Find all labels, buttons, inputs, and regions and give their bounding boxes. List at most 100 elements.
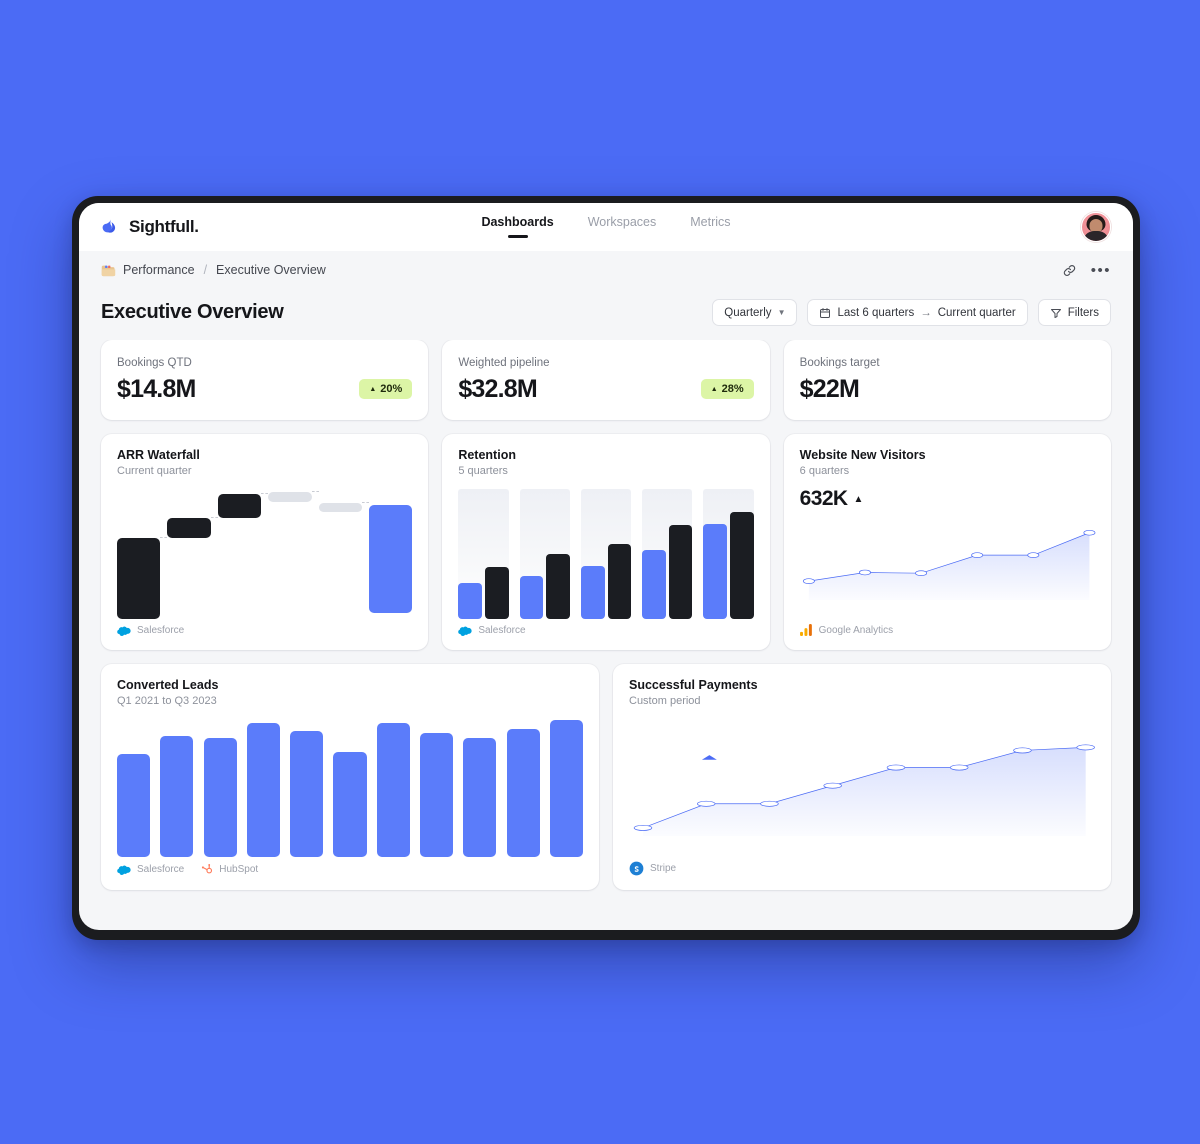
source-stripe: Stripe <box>629 861 676 876</box>
card-title: Converted Leads <box>117 678 219 692</box>
google-analytics-icon <box>799 624 812 636</box>
granularity-select[interactable]: Quarterly ▼ <box>712 299 798 326</box>
source-label: Stripe <box>650 863 677 874</box>
status-badge: ▲ 28% <box>700 379 754 399</box>
dashboard-controls: Quarterly ▼ Last 6 quarters → Current qu… <box>712 299 1111 326</box>
period-from: Last 6 quarters <box>837 306 915 319</box>
breadcrumb: Performance / Executive Overview <box>101 263 326 277</box>
status-badge: ▲ 20% <box>359 379 413 399</box>
waterfall-connector <box>160 537 168 539</box>
salesforce-icon <box>117 865 131 875</box>
chart-arr-waterfall <box>117 489 413 619</box>
kpi-card-weighted-pipeline[interactable]: Weighted pipeline $32.8M ▲ 28% <box>442 340 770 420</box>
breadcrumb-current: Executive Overview <box>216 263 326 277</box>
bar <box>730 512 754 619</box>
card-retention[interactable]: Retention 5 quarters Salesforce <box>442 434 770 650</box>
bar <box>519 576 544 619</box>
device-frame: Sightfull. Dashboards Workspaces Metrics… <box>72 196 1140 940</box>
bar <box>420 732 454 857</box>
source-salesforce: Salesforce <box>117 864 184 875</box>
tab-dashboards[interactable]: Dashboards <box>481 215 553 240</box>
kpi-label: Bookings target <box>799 356 880 369</box>
waterfall-bar <box>268 491 312 502</box>
data-point <box>824 783 842 788</box>
breadcrumb-actions: ••• <box>1062 263 1111 278</box>
bar <box>668 525 693 619</box>
bar-group <box>703 489 754 619</box>
waterfall-connector <box>361 502 369 504</box>
salesforce-icon <box>117 626 131 636</box>
filters-button[interactable]: Filters <box>1037 299 1111 326</box>
salesforce-icon <box>458 626 472 636</box>
chevron-down-icon: ▼ <box>777 308 786 317</box>
card-title: Website New Visitors <box>799 448 926 462</box>
calendar-icon <box>820 307 831 318</box>
period-to: Current quarter <box>937 306 1016 319</box>
more-options-icon[interactable]: ••• <box>1091 263 1111 278</box>
source-salesforce: Salesforce <box>458 625 526 636</box>
bar-group <box>458 489 509 619</box>
link-icon[interactable] <box>1062 263 1077 278</box>
headline-value: 632K <box>799 487 848 510</box>
data-point <box>950 765 968 770</box>
breadcrumb-parent[interactable]: Performance <box>123 263 195 277</box>
card-arr-waterfall[interactable]: ARR Waterfall Current quarter Salesforce <box>101 434 429 650</box>
bar <box>703 524 728 619</box>
filter-icon <box>1050 308 1061 318</box>
period-picker[interactable]: Last 6 quarters → Current quarter <box>807 299 1028 326</box>
trend-up-icon: ▲ <box>853 493 863 505</box>
page-title: Executive Overview <box>101 301 284 323</box>
card-website-new-visitors[interactable]: Website New Visitors 6 quarters 632K ▲ G… <box>783 434 1111 650</box>
data-point <box>1014 748 1032 753</box>
tab-metrics[interactable]: Metrics <box>690 215 730 240</box>
brand-logo[interactable]: Sightfull. <box>101 217 199 237</box>
waterfall-connector <box>210 516 218 518</box>
trend-up-icon: ▲ <box>710 385 718 393</box>
card-sources: Google Analytics <box>799 624 1095 636</box>
dashboard-grid: Bookings QTD $14.8M ▲ 20% Weighted pipel… <box>79 340 1133 920</box>
card-converted-leads[interactable]: Converted Leads Q1 2021 to Q3 2023 Sales… <box>101 664 599 890</box>
waterfall-bar <box>318 503 362 513</box>
bar <box>203 738 237 857</box>
waterfall-connector <box>311 490 319 492</box>
bar <box>484 567 509 619</box>
app-screen: Sightfull. Dashboards Workspaces Metrics… <box>79 203 1133 930</box>
data-point <box>887 765 905 770</box>
card-title: Retention <box>458 448 516 462</box>
bar <box>376 723 410 857</box>
kpi-card-bookings-qtd[interactable]: Bookings QTD $14.8M ▲ 20% <box>101 340 429 420</box>
chart-row-2: Converted Leads Q1 2021 to Q3 2023 Sales… <box>101 664 1111 890</box>
kpi-label: Bookings QTD <box>117 356 192 369</box>
bar <box>290 731 324 857</box>
kpi-badge-value: 28% <box>721 383 744 395</box>
folder-icon <box>101 265 116 276</box>
data-point <box>1027 553 1038 558</box>
kpi-row: Bookings QTD $14.8M ▲ 20% Weighted pipel… <box>101 340 1111 420</box>
kpi-badge-value: 20% <box>380 383 403 395</box>
data-point <box>1083 530 1094 535</box>
kpi-card-bookings-target[interactable]: Bookings target $22M <box>783 340 1111 420</box>
bar-plot <box>117 719 584 857</box>
source-label: HubSpot <box>219 864 259 875</box>
bar <box>117 753 151 857</box>
card-successful-payments[interactable]: Successful Payments Custom period Stripe <box>613 664 1111 890</box>
source-label: Google Analytics <box>818 624 894 636</box>
data-point <box>761 801 779 806</box>
bar-group <box>642 489 693 619</box>
data-point <box>697 801 715 806</box>
card-sources: Stripe <box>629 861 1095 876</box>
granularity-label: Quarterly <box>724 306 772 319</box>
tab-workspaces[interactable]: Workspaces <box>588 215 657 240</box>
avatar[interactable] <box>1081 212 1111 242</box>
avatar-body <box>1083 231 1109 241</box>
area-plot <box>629 719 1095 855</box>
filters-label: Filters <box>1067 306 1099 319</box>
data-point <box>634 825 652 830</box>
data-point <box>803 579 814 584</box>
bar <box>463 738 497 857</box>
bar <box>333 752 367 857</box>
source-hubspot: HubSpot <box>200 863 258 876</box>
bar <box>580 565 605 619</box>
card-title: ARR Waterfall <box>117 448 200 462</box>
kpi-label: Weighted pipeline <box>458 356 550 369</box>
